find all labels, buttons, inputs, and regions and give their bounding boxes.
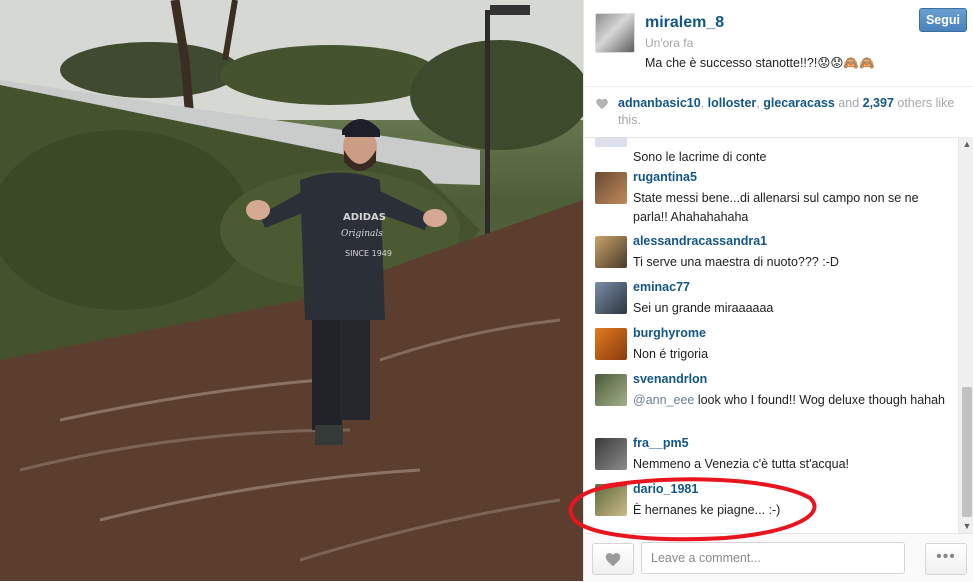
post-header: miralem_8 Un'ora fa Ma che è successo st… xyxy=(584,0,973,86)
comment-avatar[interactable] xyxy=(595,236,627,268)
comment-avatar[interactable] xyxy=(595,438,627,470)
comment-item: svenandrlon @ann_eee look who I found!! … xyxy=(584,372,958,430)
comment-avatar[interactable] xyxy=(595,282,627,314)
comment-text: Sei un grande miraaaaaa xyxy=(633,301,774,315)
comment-input[interactable] xyxy=(641,542,905,574)
sweater-text-3: SINCE 1949 xyxy=(345,249,392,258)
likes-text: adnanbasic10, lolloster, glecaracass and… xyxy=(618,96,955,127)
comment-avatar[interactable] xyxy=(595,172,627,204)
author-avatar[interactable] xyxy=(595,13,635,53)
follow-button[interactable]: Segui xyxy=(919,8,967,32)
liker-link-1[interactable]: adnanbasic10 xyxy=(618,96,701,110)
comment-avatar[interactable] xyxy=(595,484,627,516)
comment-text: È hernanes ke piagne... :-) xyxy=(633,503,781,517)
comment-username[interactable]: burghyrome xyxy=(633,326,706,340)
post-time[interactable]: Un'ora fa xyxy=(645,36,693,50)
comment-item: eminac77 Sei un grande miraaaaaa xyxy=(584,280,958,320)
comment-item: alessandracassandra1 Ti serve una maestr… xyxy=(584,234,958,274)
comment-avatar[interactable] xyxy=(595,374,627,406)
heart-icon xyxy=(596,98,608,110)
photo-scene: ADIDAS Originals SINCE 1949 xyxy=(0,0,583,581)
comment-item: dario_1981 È hernanes ke piagne... :-) xyxy=(584,482,958,522)
sweater-text-1: ADIDAS xyxy=(343,212,386,223)
likes-and: and xyxy=(834,96,863,110)
comment-text-body: look who I found!! Wog deluxe though hah… xyxy=(694,393,946,407)
comments-list[interactable]: Sono le lacrime di conte rugantina5 Stat… xyxy=(584,137,958,533)
comment-item: burghyrome Non é trigoria xyxy=(584,326,958,366)
comment-avatar[interactable] xyxy=(595,328,627,360)
scrollbar-thumb[interactable] xyxy=(962,387,972,517)
sweater-text-2: Originals xyxy=(341,229,383,239)
comment-username[interactable]: fra__pm5 xyxy=(633,436,689,450)
comment-text: State messi bene...di allenarsi sul camp… xyxy=(633,191,919,224)
likes-count[interactable]: 2,397 xyxy=(863,96,894,110)
comment-footer: ••• xyxy=(584,533,973,582)
scroll-up-arrow-icon[interactable]: ▲ xyxy=(959,137,973,151)
liker-link-3[interactable]: glecaracass xyxy=(763,96,835,110)
scroll-down-arrow-icon[interactable]: ▼ xyxy=(959,519,973,533)
comment-username[interactable]: eminac77 xyxy=(633,280,690,294)
comment-username[interactable]: rugantina5 xyxy=(633,170,697,184)
comment-text: @ann_eee look who I found!! Wog deluxe t… xyxy=(633,391,953,410)
author-username[interactable]: miralem_8 xyxy=(645,14,724,32)
comment-item: rugantina5 State messi bene...di allenar… xyxy=(584,170,958,228)
post-photo: ADIDAS Originals SINCE 1949 xyxy=(0,0,583,581)
comment-username[interactable]: dario_1981 xyxy=(633,482,698,496)
comment-item: Sono le lacrime di conte xyxy=(584,137,958,169)
post-details-panel: miralem_8 Un'ora fa Ma che è successo st… xyxy=(583,0,973,582)
comment-username[interactable]: svenandrlon xyxy=(633,372,707,386)
like-button[interactable] xyxy=(592,543,634,575)
likes-summary: adnanbasic10, lolloster, glecaracass and… xyxy=(584,86,973,138)
more-options-button[interactable]: ••• xyxy=(925,543,967,575)
comment-text: Ti serve una maestra di nuoto??? :-D xyxy=(633,255,839,269)
comment-username[interactable]: alessandracassandra1 xyxy=(633,234,767,248)
liker-link-2[interactable]: lolloster xyxy=(708,96,757,110)
post-caption: Ma che è successo stanotte!!?!😟😟🙈🙈 xyxy=(645,56,875,70)
comment-text: Nemmeno a Venezia c'è tutta st'acqua! xyxy=(633,457,850,471)
heart-icon xyxy=(605,553,621,567)
comment-mention[interactable]: @ann_eee xyxy=(633,393,694,407)
comment-text: Non é trigoria xyxy=(633,347,709,361)
comment-text: Sono le lacrime di conte xyxy=(633,150,767,164)
comment-avatar[interactable] xyxy=(595,137,627,147)
comment-item: fra__pm5 Nemmeno a Venezia c'è tutta st'… xyxy=(584,436,958,476)
comments-scrollbar[interactable]: ▲ ▼ xyxy=(958,137,973,533)
